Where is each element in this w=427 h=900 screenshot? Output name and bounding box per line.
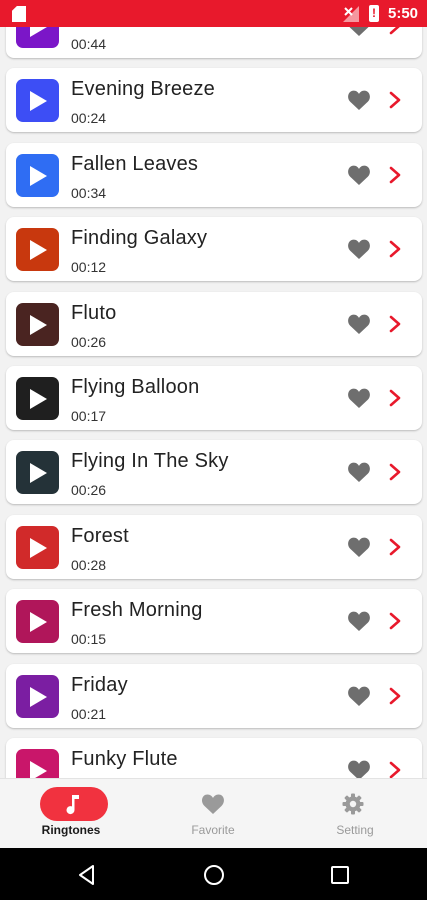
ringtone-title: Fresh Morning [71,599,203,622]
favorite-heart-icon[interactable] [347,387,371,409]
nav-item-setting[interactable]: Setting [284,779,426,849]
ringtone-card[interactable]: 00:44 [6,27,422,58]
battery-alert-icon [369,5,379,22]
play-button[interactable] [16,302,59,346]
nav-label-favorite: Favorite [191,823,235,837]
play-button[interactable] [16,153,59,197]
ringtone-title: Fallen Leaves [71,152,199,175]
play-icon [30,27,47,37]
ringtone-card[interactable]: Fresh Morning 00:15 [6,589,422,654]
ringtone-title: Flying In The Sky [71,450,229,473]
play-button[interactable] [16,27,59,48]
chevron-right-icon[interactable] [388,90,402,110]
play-icon [30,686,47,707]
ringtone-duration: 00:26 [71,333,107,350]
nav-item-favorite[interactable]: Favorite [142,779,284,849]
ringtone-duration: 00:21 [71,705,107,722]
no-signal-icon [343,6,359,22]
ringtone-card[interactable]: Evening Breeze 00:24 [6,68,422,133]
ringtone-duration: 00:12 [71,259,107,276]
ringtone-title: Fluto [71,301,117,324]
play-button[interactable] [16,600,59,644]
favorite-heart-icon[interactable] [347,27,371,37]
ringtone-duration: 00:44 [71,36,107,52]
ringtone-card[interactable]: Funky Flute [6,738,422,778]
ringtone-title: Flying Balloon [71,376,200,398]
play-icon [30,463,47,484]
nav-label-ringtones: Ringtones [41,823,101,837]
ringtone-title: Funky Flute [71,748,178,770]
ringtone-duration: 00:28 [71,556,107,573]
status-time: 5:50 [388,5,419,22]
heart-icon [202,794,224,814]
nav-label-setting: Setting [336,823,374,837]
chevron-right-icon[interactable] [388,686,402,706]
gear-icon [342,793,364,815]
favorite-heart-icon[interactable] [347,759,371,778]
play-button[interactable] [16,377,59,420]
chevron-right-icon[interactable] [388,537,402,557]
recents-icon[interactable] [330,865,350,885]
play-icon [30,240,47,261]
ringtone-duration: 00:26 [71,482,107,499]
favorite-heart-icon[interactable] [347,685,371,707]
bottom-navigation: Ringtones Favorite Setting [0,778,427,848]
chevron-right-icon[interactable] [388,165,402,185]
ringtone-title: Friday [71,673,128,696]
favorite-heart-icon[interactable] [347,313,371,335]
ringtone-list[interactable]: 00:44 Evening Breeze 00:24 Fallen Leaves 00:… [0,27,427,778]
ringtone-card[interactable]: Finding Galaxy 00:12 [6,217,422,282]
play-button[interactable] [16,228,59,272]
ringtone-duration: 00:15 [71,631,107,648]
sim-card-icon [12,6,26,22]
ringtone-duration: 00:17 [71,408,107,424]
ringtone-duration: 00:24 [71,110,107,127]
chevron-right-icon[interactable] [388,239,402,259]
play-button[interactable] [16,79,59,123]
ringtone-title: Finding Galaxy [71,227,208,250]
chevron-right-icon[interactable] [388,314,402,334]
favorite-heart-icon[interactable] [347,610,371,632]
favorite-heart-icon[interactable] [347,89,371,111]
ringtone-card[interactable]: Fluto 00:26 [6,291,422,356]
ringtone-card[interactable]: Flying Balloon 00:17 [6,366,422,430]
screen: 5:50 00:44 Evening Breeze 00:24 Fallen Leav… [0,0,427,900]
favorite-heart-icon[interactable] [347,238,371,260]
play-icon [30,91,47,112]
chevron-right-icon[interactable] [388,27,402,36]
ringtone-duration: 00:34 [71,184,107,201]
home-icon[interactable] [203,864,225,886]
favorite-heart-icon[interactable] [347,461,371,483]
ringtone-card[interactable]: Fallen Leaves 00:34 [6,142,422,207]
chevron-right-icon[interactable] [388,760,402,778]
ringtone-card[interactable]: Friday 00:21 [6,663,422,728]
play-icon [30,612,47,633]
play-button[interactable] [16,451,59,495]
ringtone-title: Forest [71,524,129,547]
chevron-right-icon[interactable] [388,388,402,408]
ringtone-card[interactable]: Forest 00:28 [6,514,422,579]
ringtone-card[interactable]: Flying In The Sky 00:26 [6,440,422,505]
nav-item-ringtones[interactable]: Ringtones [0,779,142,849]
play-icon [30,314,47,335]
play-button[interactable] [16,525,59,569]
music-note-icon [66,795,79,815]
chevron-right-icon[interactable] [388,611,402,631]
back-icon[interactable] [76,864,98,886]
favorite-heart-icon[interactable] [347,164,371,186]
system-navigation-bar [0,848,427,900]
ringtone-title: Evening Breeze [71,78,216,101]
chevron-right-icon[interactable] [388,462,402,482]
play-button[interactable] [16,674,59,718]
play-icon [30,537,47,558]
status-bar: 5:50 [0,0,427,27]
play-icon [30,389,47,409]
favorite-heart-icon[interactable] [347,536,371,558]
play-icon [30,761,47,778]
play-button[interactable] [16,749,59,778]
play-icon [30,165,47,186]
